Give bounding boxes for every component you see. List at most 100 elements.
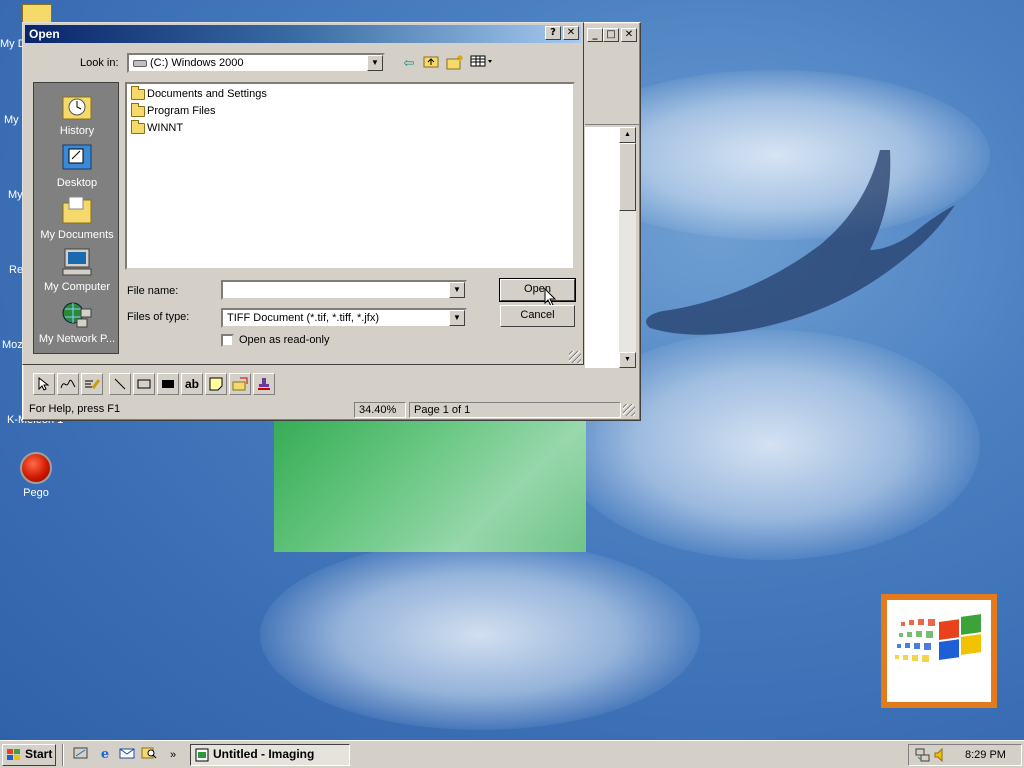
desktop-pego[interactable]: Pego (0, 452, 72, 499)
file-name: WINNT (147, 122, 184, 134)
look-in-value: (C:) Windows 2000 (150, 57, 244, 69)
taskbar-separator (62, 744, 64, 766)
imaging-canvas-preview (274, 420, 586, 552)
network-tray-icon[interactable] (915, 747, 931, 763)
file-type-dropdown[interactable]: TIFF Document (*.tif, *.tiff, *.jfx) ▼ (221, 308, 467, 328)
show-desktop-icon[interactable] (72, 746, 90, 764)
folder-icon (131, 103, 145, 117)
close-button[interactable]: ✕ (563, 26, 579, 40)
windows-flag-icon (895, 614, 981, 662)
file-name-field[interactable]: ▼ (221, 280, 467, 300)
start-label: Start (25, 747, 53, 761)
drive-icon (133, 59, 147, 67)
hollow-rectangle-icon[interactable] (133, 373, 155, 395)
desktop-icon-label: Moz (2, 339, 23, 351)
rubber-stamp-icon[interactable] (253, 373, 275, 395)
start-button[interactable]: Start (2, 744, 56, 766)
look-in-dropdown[interactable]: (C:) Windows 2000 ▼ (127, 53, 385, 73)
open-button[interactable]: Open (499, 278, 576, 302)
vertical-scrollbar[interactable]: ▲ ▼ (619, 127, 636, 368)
help-button[interactable]: ? (545, 26, 561, 40)
close-button[interactable]: ✕ (621, 28, 637, 42)
text-from-file-icon[interactable] (229, 373, 251, 395)
pego-icon (20, 452, 52, 484)
status-page: Page 1 of 1 (409, 402, 621, 418)
place-label: History (59, 125, 95, 137)
back-arrow-icon[interactable]: ⇦ (399, 54, 419, 72)
file-name-label: File name: (127, 285, 179, 297)
file-type-label: Files of type: (127, 311, 190, 323)
place-label: My Documents (40, 229, 114, 241)
place-my-documents[interactable]: My Documents (34, 195, 120, 241)
search-icon[interactable] (140, 746, 158, 764)
open-dialog[interactable]: Open ? ✕ Look in: (C:) Windows 2000 ▼ ⇦ … (22, 22, 584, 365)
list-item[interactable]: Documents and Settings (129, 86, 571, 103)
outlook-express-icon[interactable] (118, 746, 136, 764)
place-my-computer[interactable]: My Computer (34, 247, 120, 293)
resize-grip-icon[interactable] (623, 404, 635, 416)
scroll-up-arrow-icon[interactable]: ▲ (619, 127, 636, 143)
desktop-icon-label: Pego (23, 487, 49, 499)
desktop-recycle-bin[interactable]: Re (9, 264, 23, 276)
chevron-more-icon[interactable]: » (164, 746, 182, 764)
file-name: Program Files (147, 105, 216, 117)
volume-tray-icon[interactable] (933, 747, 949, 763)
internet-explorer-icon[interactable]: e (96, 746, 114, 764)
place-my-network[interactable]: My Network P... (34, 299, 120, 345)
read-only-checkbox[interactable] (221, 334, 234, 347)
maximize-button[interactable]: □ (603, 28, 619, 42)
chevron-down-icon[interactable]: ▼ (367, 55, 383, 71)
file-type-value: TIFF Document (*.tif, *.tiff, *.jfx) (227, 312, 379, 324)
history-icon (61, 91, 93, 123)
look-in-label: Look in: (80, 57, 119, 69)
straight-line-icon[interactable] (109, 373, 131, 395)
read-only-label: Open as read-only (239, 334, 330, 346)
desktop-cloud (260, 540, 700, 730)
attach-a-note-icon[interactable] (205, 373, 227, 395)
desktop-icon (61, 143, 93, 175)
diver-silhouette (646, 150, 955, 335)
status-bar: For Help, press F1 34.40% Page 1 of 1 (25, 401, 637, 419)
desktop-my-computer[interactable]: My (4, 114, 19, 126)
dialog-title: Open (29, 27, 60, 41)
minimize-button[interactable]: _ (587, 28, 603, 42)
up-one-level-icon[interactable] (421, 54, 441, 72)
resize-grip-icon[interactable] (569, 351, 581, 363)
view-menu-icon[interactable] (469, 54, 495, 72)
scroll-thumb[interactable] (619, 143, 636, 211)
imaging-app-icon (195, 748, 209, 762)
filled-rectangle-icon[interactable] (157, 373, 179, 395)
highlighter-icon[interactable] (81, 373, 103, 395)
network-globe-icon (61, 299, 93, 331)
chevron-down-icon[interactable]: ▼ (449, 282, 465, 298)
select-tool-icon[interactable] (33, 373, 55, 395)
list-item[interactable]: Program Files (129, 103, 571, 120)
task-button-imaging[interactable]: Untitled - Imaging (190, 744, 350, 766)
freehand-line-icon[interactable] (57, 373, 79, 395)
chevron-down-icon[interactable]: ▼ (449, 310, 465, 326)
taskbar: Start e » Untitled - Imaging 8:29 PM (0, 740, 1024, 768)
desktop-mozilla[interactable]: Moz (2, 339, 23, 351)
cancel-button[interactable]: Cancel (500, 305, 575, 327)
place-label: My Network P... (38, 333, 116, 345)
desktop-my-network[interactable]: My (8, 189, 23, 201)
file-list[interactable]: Documents and Settings Program Files WIN… (125, 82, 575, 270)
windows-flag-icon (7, 749, 20, 760)
new-folder-icon[interactable] (445, 54, 465, 72)
place-history[interactable]: History (34, 91, 120, 137)
desktop-icon-label: My (4, 114, 19, 126)
desktop-icon-label: Re (9, 264, 24, 276)
annotation-toolbar: ab (29, 371, 629, 397)
place-label: My Computer (43, 281, 111, 293)
dialog-titlebar[interactable]: Open ? ✕ (25, 25, 581, 43)
status-help-text: For Help, press F1 (29, 403, 121, 415)
folder-icon (131, 120, 145, 134)
scroll-down-arrow-icon[interactable]: ▼ (619, 352, 636, 368)
list-item[interactable]: WINNT (129, 120, 571, 137)
text-tool-icon[interactable]: ab (181, 373, 203, 395)
file-name: Documents and Settings (147, 88, 267, 100)
app-toolbar-area (585, 63, 639, 125)
place-desktop[interactable]: Desktop (34, 143, 120, 189)
folder-icon (61, 195, 93, 227)
clock[interactable]: 8:29 PM (965, 749, 1006, 761)
